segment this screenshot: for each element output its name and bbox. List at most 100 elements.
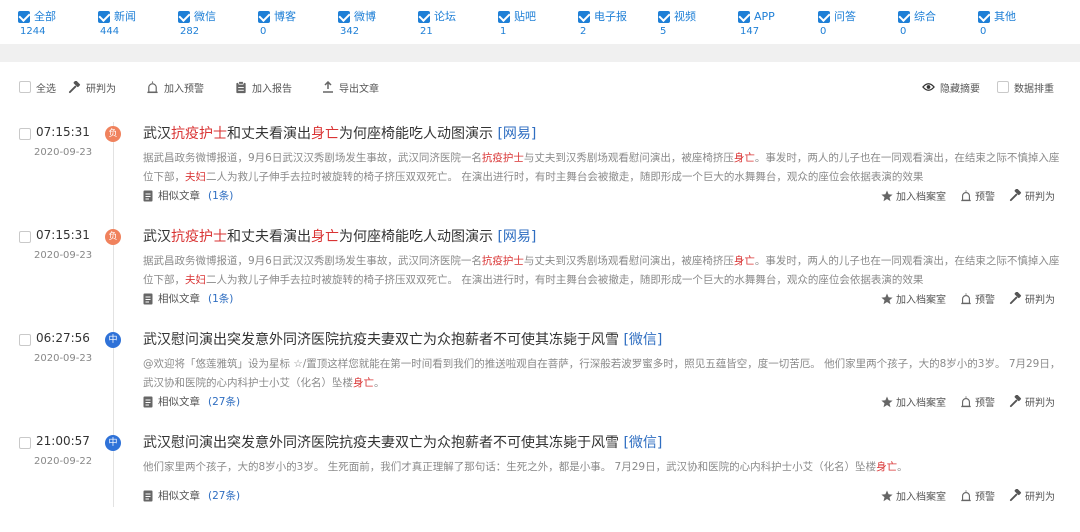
article-checkbox[interactable]	[19, 334, 31, 346]
keyword-highlight: 抗疫护士	[481, 255, 524, 267]
category-filter[interactable]: APP 147	[738, 9, 816, 38]
select-all-checkbox[interactable]: 全选	[19, 76, 56, 98]
category-label: 电子报	[594, 10, 627, 23]
data-sort-checkbox[interactable]: 数据排重	[997, 76, 1054, 98]
category-label: 视频	[674, 10, 696, 23]
add-report-button[interactable]: 加入报告	[235, 76, 292, 98]
source-tag[interactable]: [网易]	[497, 229, 536, 245]
category-count: 342	[340, 26, 360, 37]
article-checkbox[interactable]	[19, 128, 31, 140]
category-head: 其他	[978, 9, 1056, 25]
checkbox-icon[interactable]	[498, 11, 510, 23]
document-icon	[143, 490, 153, 501]
similar-articles-link[interactable]: 相似文章 (1条)	[143, 291, 233, 306]
category-label: 微博	[354, 10, 376, 23]
source-tag[interactable]: [网易]	[497, 126, 536, 142]
checkbox-icon[interactable]	[997, 81, 1009, 93]
add-report-label: 加入报告	[252, 83, 292, 95]
warning-label: 预警	[975, 398, 995, 409]
text-segment: 据武昌政务微博报道，9月6日武汉汉秀剧场发生事故，武汉同济医院一名	[143, 255, 482, 267]
category-filter[interactable]: 视频 5	[658, 9, 736, 38]
similar-count: (1条)	[208, 190, 234, 202]
article-summary: 据武昌政务微博报道，9月6日武汉汉秀剧场发生事故，武汉同济医院一名抗疫护士与丈夫…	[143, 149, 1067, 187]
text-segment: 和丈夫看演出	[227, 229, 311, 245]
add-archive-button[interactable]: 加入档案室	[881, 394, 946, 409]
similar-label: 相似文章	[158, 396, 200, 408]
judge-as-button[interactable]: 研判为	[1009, 488, 1055, 503]
category-filter[interactable]: 博客 0	[258, 9, 336, 38]
star-icon	[881, 190, 893, 201]
checkbox-icon[interactable]	[658, 11, 670, 23]
category-count: 21	[420, 26, 433, 37]
text-segment: 武汉	[143, 126, 171, 142]
category-head: 综合	[898, 9, 976, 25]
source-tag[interactable]: [微信]	[623, 332, 662, 348]
source-tag[interactable]: [微信]	[623, 435, 662, 451]
add-archive-button[interactable]: 加入档案室	[881, 291, 946, 306]
checkbox-icon[interactable]	[818, 11, 830, 23]
list-toolbar: 全选 研判为 加入预警 加入报告 导出文章 隐藏摘要 数据排重	[0, 76, 1080, 98]
category-label: 论坛	[434, 10, 456, 23]
checkbox-icon[interactable]	[98, 11, 110, 23]
article-title[interactable]: 武汉抗疫护士和丈夫看演出身亡为何座椅能吃人动图演示 [网易]	[143, 123, 536, 143]
article-checkbox[interactable]	[19, 231, 31, 243]
similar-label: 相似文章	[158, 490, 200, 502]
clipboard-icon	[236, 80, 246, 93]
similar-articles-link[interactable]: 相似文章 (1条)	[143, 188, 233, 203]
article-title[interactable]: 武汉抗疫护士和丈夫看演出身亡为何座椅能吃人动图演示 [网易]	[143, 226, 536, 246]
category-count: 282	[180, 26, 200, 37]
checkbox-icon[interactable]	[258, 11, 270, 23]
article-summary: 据武昌政务微博报道，9月6日武汉汉秀剧场发生事故，武汉同济医院一名抗疫护士与丈夫…	[143, 252, 1067, 290]
checkbox-icon[interactable]	[178, 11, 190, 23]
category-filter[interactable]: 贴吧 1	[498, 9, 576, 38]
category-label: 综合	[914, 10, 936, 23]
category-filter[interactable]: 电子报 2	[578, 9, 656, 38]
warning-button[interactable]: 预警	[960, 188, 995, 203]
warning-label: 预警	[975, 192, 995, 203]
article-item: 07:15:31 2020-09-23 负武汉抗疫护士和丈夫看演出身亡为何座椅能吃人…	[0, 123, 1080, 223]
add-archive-button[interactable]: 加入档案室	[881, 188, 946, 203]
article-title[interactable]: 武汉慰问演出突发意外同济医院抗疫夫妻双亡为众抱薪者不可使其冻毙于风雪 [微信]	[143, 432, 662, 452]
sentiment-badge: 中	[105, 332, 121, 348]
category-filter[interactable]: 新闻 444	[98, 9, 176, 38]
similar-articles-link[interactable]: 相似文章 (27条)	[143, 488, 240, 503]
checkbox-icon[interactable]	[578, 11, 590, 23]
add-warning-button[interactable]: 加入预警	[146, 76, 204, 98]
judge-as-button[interactable]: 研判为	[1009, 394, 1055, 409]
checkbox-icon[interactable]	[738, 11, 750, 23]
similar-count: (1条)	[208, 293, 234, 305]
category-filter[interactable]: 全部 1244	[18, 9, 96, 38]
judge-button[interactable]: 研判为	[68, 76, 116, 98]
checkbox-icon[interactable]	[978, 11, 990, 23]
similar-articles-link[interactable]: 相似文章 (27条)	[143, 394, 240, 409]
warning-button[interactable]: 预警	[960, 291, 995, 306]
category-label: APP	[754, 10, 775, 23]
article-title[interactable]: 武汉慰问演出突发意外同济医院抗疫夫妻双亡为众抱薪者不可使其冻毙于风雪 [微信]	[143, 329, 662, 349]
warning-button[interactable]: 预警	[960, 488, 995, 503]
category-label: 贴吧	[514, 10, 536, 23]
checkbox-icon[interactable]	[338, 11, 350, 23]
hammer-icon	[1009, 292, 1022, 305]
judge-as-button[interactable]: 研判为	[1009, 291, 1055, 306]
category-filter[interactable]: 论坛 21	[418, 9, 496, 38]
add-archive-button[interactable]: 加入档案室	[881, 488, 946, 503]
judge-as-button[interactable]: 研判为	[1009, 188, 1055, 203]
category-filter[interactable]: 微博 342	[338, 9, 416, 38]
hide-summary-toggle[interactable]: 隐藏摘要	[922, 76, 980, 98]
category-filter[interactable]: 综合 0	[898, 9, 976, 38]
checkbox-icon[interactable]	[18, 11, 30, 23]
alarm-icon	[961, 189, 971, 201]
add-archive-label: 加入档案室	[896, 192, 946, 203]
warning-button[interactable]: 预警	[960, 394, 995, 409]
checkbox-icon[interactable]	[898, 11, 910, 23]
export-button[interactable]: 导出文章	[322, 76, 379, 98]
alarm-icon	[961, 292, 971, 304]
category-filter[interactable]: 其他 0	[978, 9, 1056, 38]
checkbox-icon[interactable]	[19, 81, 31, 93]
checkbox-icon[interactable]	[418, 11, 430, 23]
add-archive-label: 加入档案室	[896, 398, 946, 409]
article-time: 21:00:57	[36, 434, 90, 448]
category-filter[interactable]: 微信 282	[178, 9, 256, 38]
category-filter[interactable]: 问答 0	[818, 9, 896, 38]
article-checkbox[interactable]	[19, 437, 31, 449]
